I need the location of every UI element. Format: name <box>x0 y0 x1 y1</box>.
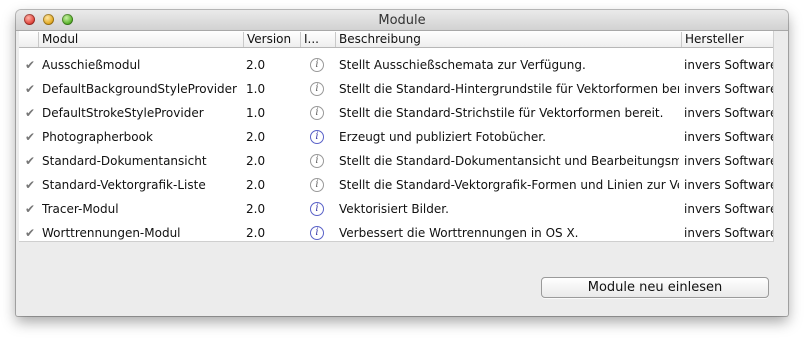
module-name: Standard-Dokumentansicht <box>42 154 207 168</box>
checkmark-icon[interactable]: ✔ <box>25 131 37 143</box>
checkmark-icon[interactable]: ✔ <box>25 203 37 215</box>
module-name: Standard-Vektorgrafik-Liste <box>42 178 206 192</box>
module-vendor: invers Software <box>684 178 773 192</box>
table-row[interactable]: ✔ DefaultBackgroundStyleProvider 1.0 i Stell… <box>19 77 773 101</box>
table-row[interactable]: ✔ Photographerbook 2.0 i Erzeugt und publizi… <box>19 125 773 149</box>
module-version: 1.0 <box>246 106 266 120</box>
checkmark-icon[interactable]: ✔ <box>25 59 37 71</box>
modules-table: Modul Version I... Beschreibung Herstell… <box>19 31 774 242</box>
column-header-modul[interactable]: Modul <box>38 32 244 47</box>
module-version: 1.0 <box>246 82 266 96</box>
module-vendor: invers Software <box>684 226 773 240</box>
table-row[interactable]: ✔ Standard-Dokumentansicht 2.0 i Stellt die … <box>19 149 773 173</box>
checkmark-icon[interactable]: ✔ <box>25 83 37 95</box>
module-description: Erzeugt und publiziert Fotobücher. <box>339 130 546 144</box>
table-row[interactable]: ✔ Ausschießmodul 2.0 i Stellt Ausschießschem… <box>19 53 773 77</box>
table-row[interactable]: ✔ Worttrennungen-Modul 2.0 i Verbessert die … <box>19 221 773 241</box>
info-icon[interactable]: i <box>310 82 324 96</box>
info-icon[interactable]: i <box>310 154 324 168</box>
module-name: DefaultStrokeStyleProvider <box>42 106 204 120</box>
module-description: Verbessert die Worttrennungen in OS X. <box>339 226 579 240</box>
module-version: 2.0 <box>246 226 266 240</box>
info-icon[interactable]: i <box>310 226 324 240</box>
module-vendor: invers Software <box>684 58 773 72</box>
column-header-hersteller[interactable]: Hersteller <box>681 32 773 47</box>
module-version: 2.0 <box>246 178 266 192</box>
module-version: 2.0 <box>246 58 266 72</box>
module-name: Tracer-Modul <box>42 202 119 216</box>
info-icon[interactable]: i <box>310 58 324 72</box>
table-row[interactable]: ✔ Standard-Vektorgrafik-Liste 2.0 i Stellt d… <box>19 173 773 197</box>
table-row[interactable]: ✔ Tracer-Modul 2.0 i Vektorisiert Bilder. inv… <box>19 197 773 221</box>
module-vendor: invers Software <box>684 106 773 120</box>
module-vendor: invers Software <box>684 154 773 168</box>
module-version: 2.0 <box>246 130 266 144</box>
module-description: Stellt die Standard-Strichstile für Vekt… <box>339 106 664 120</box>
checkmark-icon[interactable]: ✔ <box>25 227 37 239</box>
module-description: Stellt Ausschießschemata zur Verfügung. <box>339 58 586 72</box>
module-vendor: invers Software <box>684 202 773 216</box>
module-description: Stellt die Standard-Hintergrundstile für… <box>339 82 679 96</box>
checkmark-icon[interactable]: ✔ <box>25 179 37 191</box>
module-description: Stellt die Standard-Dokumentansicht und … <box>339 154 679 168</box>
module-name: Photographerbook <box>42 130 153 144</box>
module-vendor: invers Software <box>684 130 773 144</box>
reload-modules-button[interactable]: Module neu einlesen <box>541 277 769 298</box>
column-header-info[interactable]: I... <box>300 32 334 47</box>
info-icon[interactable]: i <box>310 178 324 192</box>
module-vendor: invers Software <box>684 82 773 96</box>
table-header: Modul Version I... Beschreibung Herstell… <box>19 31 773 48</box>
info-icon[interactable]: i <box>310 106 324 120</box>
column-header-beschreibung[interactable]: Beschreibung <box>335 32 682 47</box>
column-header-version[interactable]: Version <box>243 32 299 47</box>
module-description: Stellt die Standard-Vektorgrafik-Formen … <box>339 178 679 192</box>
module-name: Ausschießmodul <box>42 58 141 72</box>
info-icon[interactable]: i <box>310 130 324 144</box>
title-bar: Module <box>16 10 788 31</box>
module-version: 2.0 <box>246 154 266 168</box>
info-icon[interactable]: i <box>310 202 324 216</box>
module-version: 2.0 <box>246 202 266 216</box>
checkmark-icon[interactable]: ✔ <box>25 155 37 167</box>
module-name: DefaultBackgroundStyleProvider <box>42 82 237 96</box>
checkmark-icon[interactable]: ✔ <box>25 107 37 119</box>
table-row[interactable]: ✔ DefaultStrokeStyleProvider 1.0 i Stellt di… <box>19 101 773 125</box>
module-description: Vektorisiert Bilder. <box>339 202 449 216</box>
module-name: Worttrennungen-Modul <box>42 226 181 240</box>
window-title: Module <box>378 13 426 28</box>
modules-window: Module Modul Version I... Beschreibung H… <box>16 10 788 316</box>
